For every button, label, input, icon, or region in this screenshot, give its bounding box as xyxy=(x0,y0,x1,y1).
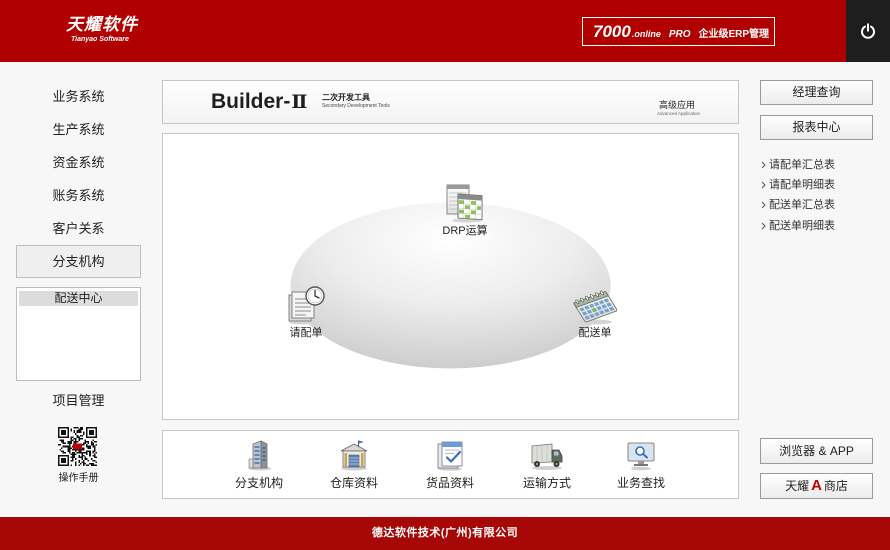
sidebar-item-business[interactable]: 业务系统 xyxy=(16,80,141,113)
product-edition: PRO xyxy=(668,29,691,40)
report-center-button[interactable]: 报表中心 xyxy=(760,115,873,140)
flow-node-delivery-order[interactable]: 配送单 xyxy=(559,285,631,340)
browser-app-button[interactable]: 浏览器 & APP xyxy=(760,438,873,464)
banner-title: Builder-Ⅱ xyxy=(211,90,307,114)
report-link-label: 请配单汇总表 xyxy=(769,159,835,171)
chevron-right-icon xyxy=(761,222,766,230)
sidebar-item-production[interactable]: 生产系统 xyxy=(16,113,141,146)
store-prefix: 天耀 xyxy=(785,479,810,493)
tool-search[interactable]: 业务查找 xyxy=(601,439,681,490)
header-bar: 天耀软件 Tianyao Software 7000 .online PRO 企… xyxy=(0,0,890,62)
power-button[interactable] xyxy=(846,0,890,62)
store-button[interactable]: 天耀 A 商店 xyxy=(760,473,873,499)
qr-code-icon xyxy=(58,427,97,466)
submenu-item-distribution-center[interactable]: 配送中心 xyxy=(19,291,138,306)
sidebar-item-branch[interactable]: 分支机构 xyxy=(16,245,141,278)
flow-node-label: 请配单 xyxy=(289,327,323,339)
sidebar-item-accounting[interactable]: 账务系统 xyxy=(16,179,141,212)
manual-link[interactable]: 操作手册 xyxy=(16,472,141,485)
spreadsheet-icon xyxy=(446,184,483,223)
banner-subtitle-en: Secondary Development Tools xyxy=(322,103,390,109)
sidebar-item-crm[interactable]: 客户关系 xyxy=(16,212,141,245)
product-number: 7000 xyxy=(593,22,631,41)
logo: 天耀软件 Tianyao Software xyxy=(66,15,150,44)
flow-node-request-order[interactable]: 请配单 xyxy=(270,285,342,340)
tool-label: 货品资料 xyxy=(425,476,474,490)
footer-company: 德达软件技术(广州)有限公司 xyxy=(371,527,519,539)
footer-bar: 德达软件技术(广州)有限公司 xyxy=(0,517,890,550)
banner-tag: 高级应用 xyxy=(659,100,696,110)
product-suffix: .online xyxy=(631,29,661,39)
sidebar-submenu: 配送中心 xyxy=(16,287,141,381)
tool-goods[interactable]: 货品资料 xyxy=(410,439,490,490)
app-window: 天耀软件 Tianyao Software 7000 .online PRO 企… xyxy=(0,0,890,550)
builder-banner: Builder-Ⅱ 二次开发工具 Secondary Development T… xyxy=(162,80,739,124)
manager-query-button[interactable]: 经理查询 xyxy=(760,80,873,105)
product-badge: 7000 .online PRO 企业级ERP管理 xyxy=(582,17,775,46)
flow-panel: DRP运算 请配单 配送单 xyxy=(162,133,739,420)
report-link-label: 配送单汇总表 xyxy=(769,199,835,211)
report-link-label: 请配单明细表 xyxy=(769,179,835,191)
banner-title-text: Builder- xyxy=(211,90,291,113)
power-icon xyxy=(861,23,875,39)
tool-label: 运输方式 xyxy=(522,476,571,490)
banner-subtitle: 二次开发工具 xyxy=(322,93,370,102)
sidebar-item-finance[interactable]: 资金系统 xyxy=(16,146,141,179)
banner-tag-en: Advanced Application xyxy=(657,111,701,116)
bottom-toolbar: 分支机构 仓库资料 货品资料 运输方式 业务查找 xyxy=(162,430,739,499)
report-link-delivery-summary[interactable]: 配送单汇总表 xyxy=(761,198,835,212)
document-clock-icon xyxy=(288,286,325,325)
chevron-right-icon xyxy=(761,181,766,189)
logo-subtext: Tianyao Software xyxy=(71,36,129,43)
report-link-delivery-detail[interactable]: 配送单明细表 xyxy=(761,219,835,233)
calendar-icon xyxy=(573,290,617,325)
tool-warehouse[interactable]: 仓库资料 xyxy=(314,439,394,490)
flow-node-label: 配送单 xyxy=(578,327,612,339)
chevron-right-icon xyxy=(761,201,766,209)
warehouse-icon xyxy=(340,440,368,471)
clipboard-check-icon xyxy=(437,441,463,471)
tool-label: 仓库资料 xyxy=(329,476,378,490)
logo-text: 天耀软件 xyxy=(66,15,138,34)
flow-node-drp[interactable]: DRP运算 xyxy=(429,183,501,238)
report-link-label: 配送单明细表 xyxy=(769,220,835,232)
building-icon xyxy=(248,440,271,471)
flow-node-label: DRP运算 xyxy=(442,225,488,237)
store-logo-mark: A xyxy=(811,477,822,494)
product-description: 企业级ERP管理 xyxy=(698,29,770,40)
tool-label: 分支机构 xyxy=(234,476,283,490)
banner-title-numeral: Ⅱ xyxy=(291,91,308,113)
truck-icon xyxy=(531,443,563,470)
flow-ellipse xyxy=(290,202,611,369)
report-link-request-summary[interactable]: 请配单汇总表 xyxy=(761,158,835,172)
sidebar-item-project[interactable]: 项目管理 xyxy=(16,390,141,412)
tool-transport[interactable]: 运输方式 xyxy=(507,439,587,490)
monitor-search-icon xyxy=(627,442,655,471)
chevron-right-icon xyxy=(761,161,766,169)
tool-label: 业务查找 xyxy=(616,476,665,490)
tool-branch[interactable]: 分支机构 xyxy=(219,439,299,490)
report-link-request-detail[interactable]: 请配单明细表 xyxy=(761,178,835,192)
store-suffix: 商店 xyxy=(823,479,848,493)
